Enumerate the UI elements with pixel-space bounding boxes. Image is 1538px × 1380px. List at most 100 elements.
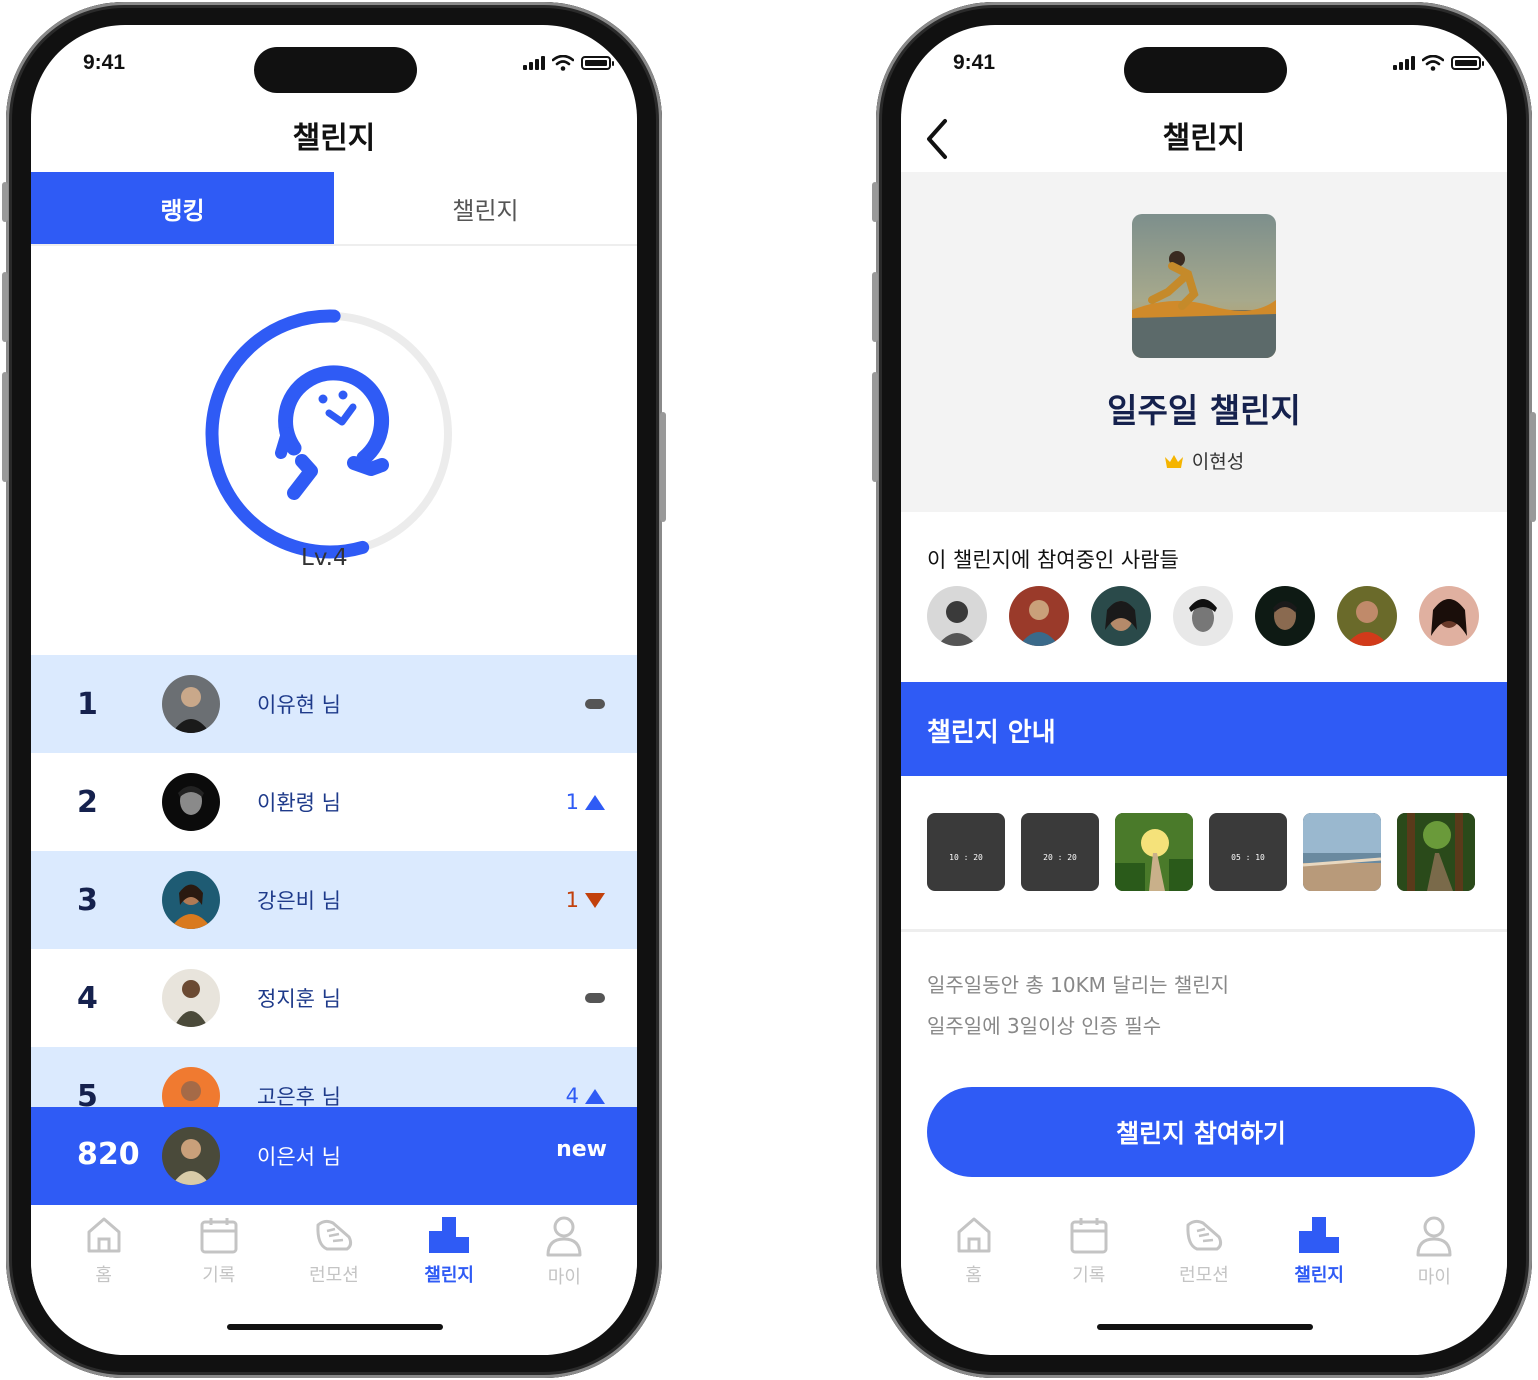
record-value: 20 : 20 (1043, 853, 1077, 862)
record-value: 10 : 20 (949, 853, 983, 862)
user-name: 이환령 님 (257, 791, 341, 815)
tab-challenge[interactable]: 챌린지 (334, 172, 637, 244)
avatar (162, 773, 220, 831)
user-icon (1416, 1216, 1452, 1257)
challenge-cover-image (1132, 214, 1276, 358)
avatar (162, 969, 220, 1027)
status-icons (523, 55, 614, 71)
tab-challenge-nav-label: 챌린지 (1294, 1265, 1344, 1286)
volume-down-button (872, 372, 878, 482)
tab-my[interactable]: 마이 (524, 1205, 604, 1305)
record-thumbnail[interactable]: 10 : 20 (927, 813, 1005, 891)
tab-challenge-nav[interactable]: 챌린지 (1279, 1205, 1359, 1305)
home-indicator (1097, 1324, 1313, 1330)
ranking-row[interactable]: 2 이환령 님 1 (31, 753, 637, 851)
tab-home-label: 홈 (95, 1265, 112, 1286)
join-challenge-button[interactable]: 챌린지 참여하기 (927, 1087, 1475, 1177)
user-icon (546, 1216, 582, 1257)
power-button (1530, 412, 1536, 522)
avatar (162, 871, 220, 929)
tab-runmotion[interactable]: 런모션 (1164, 1205, 1244, 1305)
tab-runmotion[interactable]: 런모션 (294, 1205, 374, 1305)
record-value: 05 : 10 (1231, 853, 1265, 862)
participant-avatar[interactable] (1091, 586, 1151, 646)
rank-change (579, 993, 605, 1003)
challenge-detail-screen: 9:41 챌린지 일주일 챌린지 이현성 이 챌린지에 참여중인 사람들 챌린지… (901, 25, 1507, 1355)
battery-icon (581, 56, 614, 70)
user-name: 정지훈 님 (257, 987, 341, 1011)
owner-name: 이현성 (1191, 451, 1245, 473)
calendar-icon (200, 1218, 238, 1254)
tab-home[interactable]: 홈 (934, 1205, 1014, 1305)
segment-tabs: 랭킹 챌린지 (31, 172, 637, 246)
user-name: 이유현 님 (257, 693, 341, 717)
participant-avatar[interactable] (1009, 586, 1069, 646)
rank-up-icon (585, 1088, 605, 1104)
challenge-description: 일주일동안 총 10KM 달리는 챌린지 일주일에 3일이상 인증 필수 (927, 965, 1229, 1047)
participant-avatar[interactable] (1173, 586, 1233, 646)
tab-challenge-nav[interactable]: 챌린지 (409, 1205, 489, 1305)
tab-home[interactable]: 홈 (64, 1205, 144, 1305)
mute-switch (872, 182, 878, 222)
rank-number: 1 (77, 686, 98, 722)
tab-runmotion-label: 런모션 (309, 1265, 359, 1286)
description-line: 일주일에 3일이상 인증 필수 (927, 1014, 1162, 1038)
home-indicator (227, 1324, 443, 1330)
wifi-icon (552, 55, 574, 71)
tab-my-label: 마이 (1417, 1267, 1451, 1288)
rank-change-value: 1 (565, 888, 579, 912)
participant-avatar[interactable] (1337, 586, 1397, 646)
tab-record[interactable]: 기록 (1049, 1205, 1129, 1305)
bottom-tab-bar: 홈 기록 런모션 챌린지 마이 (901, 1205, 1507, 1305)
user-name: 강은비 님 (257, 889, 341, 913)
signal-icon (1393, 56, 1415, 70)
level-ring (199, 303, 461, 565)
tab-my[interactable]: 마이 (1394, 1205, 1474, 1305)
my-user-name: 이은서 님 (257, 1145, 341, 1169)
photo-thumbnail[interactable] (1303, 813, 1381, 891)
rank-number: 4 (77, 980, 98, 1016)
tab-my-label: 마이 (547, 1267, 581, 1288)
my-avatar (162, 1127, 220, 1185)
rank-change-value: 4 (565, 1084, 579, 1108)
guide-label: 챌린지 안내 (927, 718, 1056, 748)
photo-thumbnail[interactable] (1115, 813, 1193, 891)
volume-up-button (872, 272, 878, 342)
participant-avatar[interactable] (1419, 586, 1479, 646)
phone-frame-right: 9:41 챌린지 일주일 챌린지 이현성 이 챌린지에 참여중인 사람들 챌린지… (872, 2, 1536, 1378)
participant-avatar[interactable] (927, 586, 987, 646)
shoe-icon (1186, 1219, 1223, 1251)
page-title: 챌린지 (292, 121, 376, 156)
tab-ranking[interactable]: 랭킹 (31, 172, 334, 244)
record-thumbnail[interactable]: 05 : 10 (1209, 813, 1287, 891)
challenge-owner: 이현성 (901, 447, 1507, 474)
level-label: Lv.4 (301, 545, 348, 571)
tab-challenge-nav-label: 챌린지 (424, 1265, 474, 1286)
ranking-row[interactable]: 1 이유현 님 (31, 655, 637, 753)
battery-icon (1451, 56, 1484, 70)
tab-home-label: 홈 (965, 1265, 982, 1286)
tab-record[interactable]: 기록 (179, 1205, 259, 1305)
ranking-row[interactable]: 3 강은비 님 1 (31, 851, 637, 949)
podium-icon (1299, 1217, 1340, 1253)
rank-up-icon (585, 794, 605, 810)
rank-change (579, 699, 605, 709)
challenge-hero: 일주일 챌린지 이현성 (901, 172, 1507, 512)
rank-down-icon (585, 892, 605, 908)
ranking-row[interactable]: 4 정지훈 님 (31, 949, 637, 1047)
record-thumbnail[interactable]: 20 : 20 (1021, 813, 1099, 891)
my-ranking-row[interactable]: 820 이은서 님 new (31, 1107, 637, 1205)
photo-thumbnail[interactable] (1397, 813, 1475, 891)
home-icon (87, 1217, 121, 1253)
guide-section-header: 챌린지 안내 (901, 682, 1507, 776)
page-title: 챌린지 (1162, 121, 1246, 156)
phone-frame-left: 9:41 챌린지 랭킹 챌린지 Lv.4 1 이유현 님 2 이환령 님 1 3… (2, 2, 666, 1378)
tab-record-label: 기록 (1072, 1265, 1106, 1286)
mute-switch (2, 182, 8, 222)
dynamic-island (1124, 47, 1287, 93)
bottom-tab-bar: 홈 기록 런모션 챌린지 마이 (31, 1205, 637, 1305)
rank-change: 1 (566, 888, 605, 912)
shoe-icon (316, 1219, 353, 1251)
participant-avatar[interactable] (1255, 586, 1315, 646)
proof-thumbnails: 10 : 20 20 : 20 05 : 10 (927, 813, 1475, 891)
